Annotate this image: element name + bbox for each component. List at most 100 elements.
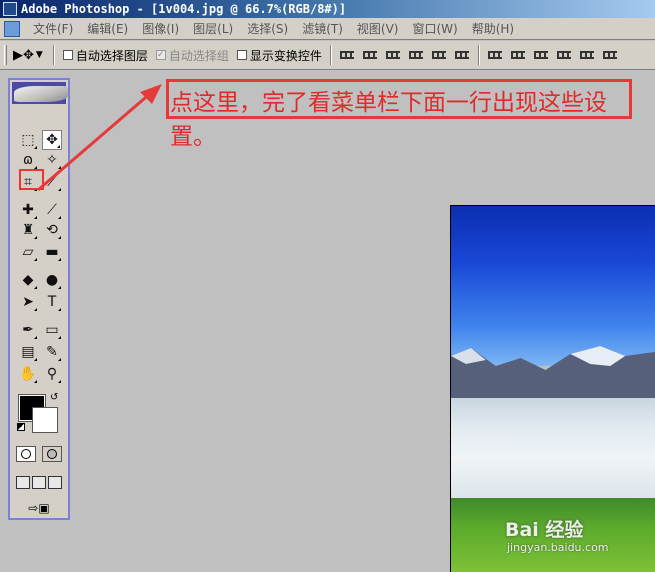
- menu-filter[interactable]: 滤镜(T): [295, 20, 350, 37]
- flyout-corner-icon: [58, 308, 61, 311]
- align-hcenter-icon[interactable]: [430, 47, 449, 63]
- menu-help[interactable]: 帮助(H): [465, 20, 521, 37]
- flyout-corner-icon: [58, 258, 61, 261]
- lasso-icon[interactable]: ɷ: [18, 150, 38, 170]
- jump-to-imageready-icon[interactable]: ⇨▣: [19, 500, 59, 516]
- options-separator: [477, 45, 480, 65]
- annotation-text: 点这里，完了看菜单栏下面一行出现这些设置。: [170, 90, 607, 150]
- feather-logo-icon: [14, 86, 68, 102]
- auto-select-layer-checkbox[interactable]: 自动选择图层: [62, 47, 148, 64]
- flyout-corner-icon: [34, 236, 37, 239]
- menu-window[interactable]: 窗口(W): [405, 20, 464, 37]
- swap-colors-icon[interactable]: ↺: [50, 392, 58, 403]
- flyout-corner-icon: [58, 336, 61, 339]
- standard-mode-button[interactable]: [16, 446, 36, 462]
- toolbox-header[interactable]: [12, 82, 68, 104]
- history-brush-icon[interactable]: ⟲: [42, 220, 62, 240]
- blur-icon[interactable]: ◆: [18, 270, 38, 290]
- distribute-hcenter-icon[interactable]: [578, 47, 597, 63]
- checkbox-box-checked: ✓: [155, 50, 166, 60]
- notes-icon[interactable]: ▤: [18, 342, 38, 362]
- options-separator: [329, 45, 332, 65]
- distribute-bottom-icon[interactable]: [532, 47, 551, 63]
- flyout-corner-icon: [34, 216, 37, 219]
- auto-select-group-label: 自动选择组: [168, 48, 229, 63]
- standard-screen-mode-icon[interactable]: [16, 476, 30, 489]
- path-select-icon[interactable]: ➤: [18, 292, 38, 312]
- align-top-icon[interactable]: [338, 47, 357, 63]
- flyout-corner-icon: [58, 236, 61, 239]
- window-titlebar: Adobe Photoshop - [1v004.jpg @ 66.7%(RGB…: [0, 0, 655, 18]
- eyedropper-icon[interactable]: ✎: [42, 342, 62, 362]
- move-icon[interactable]: ✥: [42, 130, 62, 150]
- menu-edit[interactable]: 编辑(E): [80, 20, 135, 37]
- flyout-corner-icon: [34, 258, 37, 261]
- options-bar-grip[interactable]: [4, 45, 7, 65]
- flyout-corner-icon: [34, 380, 37, 383]
- zoom-icon[interactable]: ⚲: [42, 364, 62, 384]
- distribute-vcenter-icon[interactable]: [509, 47, 528, 63]
- baidu-watermark-url: jingyan.baidu.com: [507, 541, 609, 554]
- flyout-corner-icon: [58, 358, 61, 361]
- options-separator: [52, 45, 55, 65]
- menu-select[interactable]: 选择(S): [240, 20, 295, 37]
- slice-icon[interactable]: ⟋: [42, 172, 62, 192]
- baidu-watermark-logo: Bai 经验: [505, 519, 584, 541]
- default-colors-icon[interactable]: [17, 423, 25, 431]
- magic-wand-icon[interactable]: ✧: [42, 150, 62, 170]
- window-title: Adobe Photoshop - [1v004.jpg @ 66.7%(RGB…: [21, 2, 347, 16]
- pen-icon[interactable]: ✒: [18, 320, 38, 340]
- auto-select-group-checkbox: ✓ 自动选择组: [155, 47, 229, 64]
- flyout-corner-icon: [58, 188, 61, 191]
- menu-image[interactable]: 图像(I): [135, 20, 186, 37]
- menu-view[interactable]: 视图(V): [350, 20, 406, 37]
- align-bottom-icon[interactable]: [384, 47, 403, 63]
- flyout-corner-icon: [34, 308, 37, 311]
- menu-layer[interactable]: 图层(L): [186, 20, 240, 37]
- flyout-corner-icon: [34, 336, 37, 339]
- toolbox-panel: ⬚ ✥ ɷ ✧ ⌗ ⟋ ✚ ⟋ ♜ ⟲ ▱ ▬ ◆ ● ➤ T ✒ ▭ ▤ ✎ ✋ ⚲ ↺ ⇨▣: [8, 78, 70, 520]
- options-bar: ▶✥ ▼ 自动选择图层 ✓ 自动选择组 显示变换控件: [0, 41, 655, 70]
- clone-stamp-icon[interactable]: ♜: [18, 220, 38, 240]
- flyout-corner-icon: [58, 286, 61, 289]
- full-screen-mode-icon[interactable]: [48, 476, 62, 489]
- flyout-corner-icon: [34, 286, 37, 289]
- distribute-top-icon[interactable]: [486, 47, 505, 63]
- full-screen-menubar-icon[interactable]: [32, 476, 46, 489]
- distribute-right-icon[interactable]: [601, 47, 620, 63]
- photoshop-menu-icon[interactable]: [4, 20, 20, 37]
- dodge-icon[interactable]: ●: [42, 270, 62, 290]
- photoshop-app-icon: [3, 2, 17, 16]
- gradient-icon[interactable]: ▬: [42, 242, 62, 262]
- align-left-icon[interactable]: [407, 47, 426, 63]
- align-right-icon[interactable]: [453, 47, 472, 63]
- crop-tool-highlight: [19, 169, 44, 190]
- brush-icon[interactable]: ⟋: [42, 200, 62, 220]
- distribute-left-icon[interactable]: [555, 47, 574, 63]
- align-vcenter-icon[interactable]: [361, 47, 380, 63]
- show-transform-controls-checkbox[interactable]: 显示变换控件: [236, 47, 322, 64]
- checkbox-box: [236, 50, 247, 60]
- show-transform-controls-label: 显示变换控件: [249, 48, 322, 63]
- flyout-corner-icon: [34, 146, 37, 149]
- chevron-down-icon: ▼: [35, 50, 43, 60]
- healing-brush-icon[interactable]: ✚: [18, 200, 38, 220]
- fog-layer: [451, 398, 655, 498]
- flyout-corner-icon: [58, 216, 61, 219]
- hand-icon[interactable]: ✋: [18, 364, 38, 384]
- flyout-corner-icon: [34, 358, 37, 361]
- type-icon[interactable]: T: [42, 292, 62, 312]
- menu-file[interactable]: 文件(F): [26, 20, 80, 37]
- quick-mask-mode-button[interactable]: [42, 446, 62, 462]
- shape-icon[interactable]: ▭: [42, 320, 62, 340]
- rect-marquee-icon[interactable]: ⬚: [18, 130, 38, 150]
- flyout-corner-icon: [57, 145, 60, 148]
- menu-bar: 文件(F) 编辑(E) 图像(I) 图层(L) 选择(S) 滤镜(T) 视图(V…: [0, 18, 655, 40]
- eraser-icon[interactable]: ▱: [18, 242, 38, 262]
- background-color-swatch[interactable]: [32, 407, 58, 433]
- checkbox-box: [62, 50, 73, 60]
- move-tool-icon: ▶✥: [13, 47, 34, 63]
- tool-preset-picker[interactable]: ▶✥ ▼: [13, 48, 43, 63]
- flyout-corner-icon: [58, 166, 61, 169]
- auto-select-layer-label: 自动选择图层: [75, 48, 148, 63]
